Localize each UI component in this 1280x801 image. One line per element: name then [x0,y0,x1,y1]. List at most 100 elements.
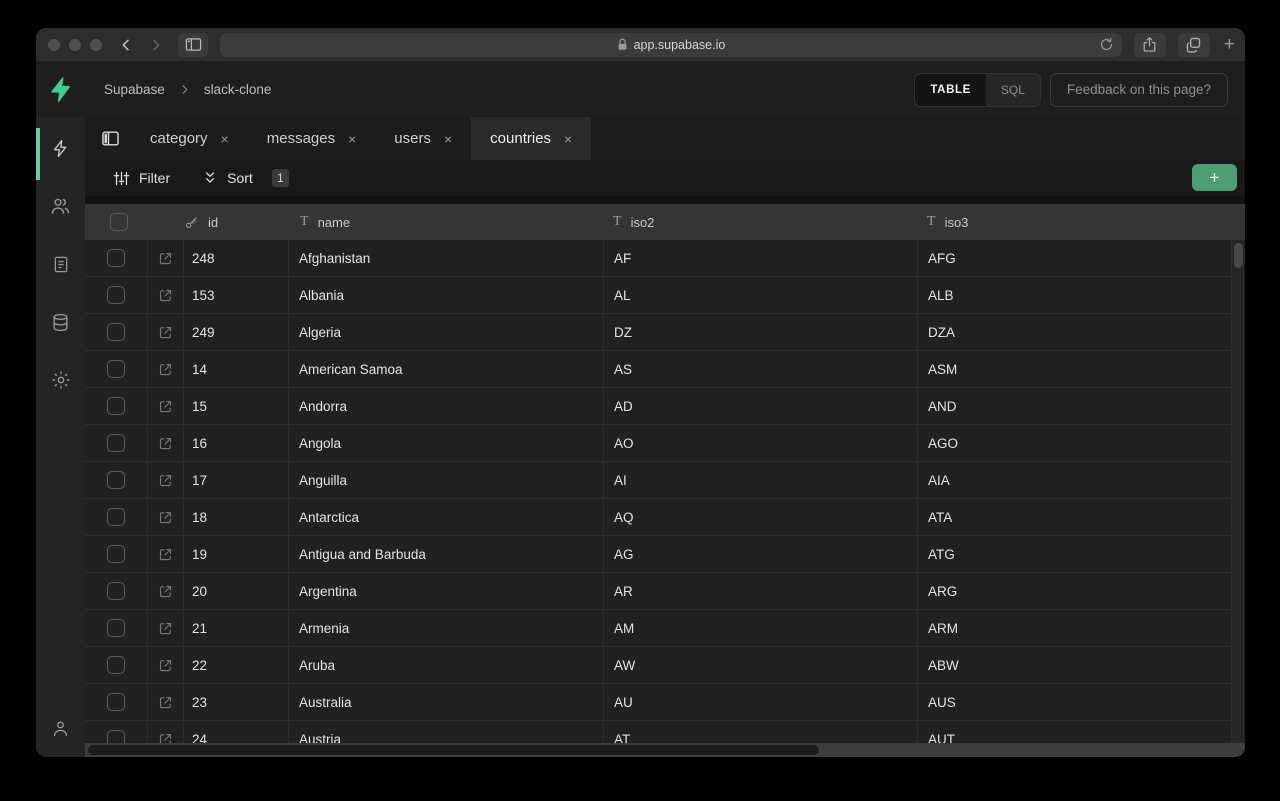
cell-iso3[interactable]: AGO [918,425,1232,461]
cell-id[interactable]: 17 [184,462,289,498]
cell-name[interactable]: Antigua and Barbuda [289,536,604,572]
vertical-scrollbar-thumb[interactable] [1234,243,1243,268]
browser-sidebar-toggle-icon[interactable] [178,33,208,57]
close-window-button[interactable] [48,39,60,51]
expand-row-icon[interactable] [158,436,173,451]
tab-users[interactable]: users × [375,117,471,160]
cell-iso3[interactable]: ATG [918,536,1232,572]
close-icon[interactable]: × [564,131,572,147]
cell-id[interactable]: 15 [184,388,289,424]
select-all-checkbox[interactable] [110,213,128,231]
close-icon[interactable]: × [221,131,229,147]
sidebar-item-database[interactable] [48,309,74,335]
cell-iso3[interactable]: ALB [918,277,1232,313]
cell-iso2[interactable]: AW [604,647,918,683]
expand-row-icon[interactable] [158,473,173,488]
tab-countries[interactable]: countries × [471,117,591,160]
cell-id[interactable]: 14 [184,351,289,387]
cell-iso3[interactable]: ASM [918,351,1232,387]
cell-iso2[interactable]: AS [604,351,918,387]
cell-iso2[interactable]: AU [604,684,918,720]
cell-id[interactable]: 249 [184,314,289,350]
cell-name[interactable]: Andorra [289,388,604,424]
cell-id[interactable]: 19 [184,536,289,572]
cell-id[interactable]: 18 [184,499,289,535]
sidebar-item-profile[interactable] [48,715,74,741]
breadcrumb-project[interactable]: Supabase [104,82,165,97]
sidebar-item-auth-users[interactable] [48,193,74,219]
expand-row-icon[interactable] [158,584,173,599]
row-checkbox[interactable] [107,656,125,674]
expand-row-icon[interactable] [158,288,173,303]
cell-iso2[interactable]: AI [604,462,918,498]
cell-name[interactable]: Anguilla [289,462,604,498]
column-header-iso3[interactable]: T iso3 [918,204,1245,240]
row-checkbox[interactable] [107,471,125,489]
row-checkbox[interactable] [107,360,125,378]
supabase-logo[interactable] [36,62,85,117]
feedback-button[interactable]: Feedback on this page? [1050,73,1228,107]
table-list-toggle-icon[interactable] [95,117,125,160]
address-bar[interactable]: app.supabase.io [220,33,1122,57]
cell-id[interactable]: 16 [184,425,289,461]
column-header-id[interactable]: id [184,204,289,240]
cell-iso2[interactable]: AL [604,277,918,313]
cell-iso2[interactable]: DZ [604,314,918,350]
cell-iso3[interactable]: ARG [918,573,1232,609]
cell-id[interactable]: 20 [184,573,289,609]
breadcrumb-page[interactable]: slack-clone [204,82,272,97]
expand-row-icon[interactable] [158,251,173,266]
close-icon[interactable]: × [444,131,452,147]
cell-id[interactable]: 153 [184,277,289,313]
cell-name[interactable]: Albania [289,277,604,313]
expand-row-icon[interactable] [158,399,173,414]
row-checkbox[interactable] [107,693,125,711]
forward-icon[interactable] [148,37,164,53]
expand-row-icon[interactable] [158,325,173,340]
cell-name[interactable]: Afghanistan [289,240,604,276]
horizontal-scrollbar-thumb[interactable] [88,745,819,755]
row-checkbox[interactable] [107,397,125,415]
cell-id[interactable]: 248 [184,240,289,276]
sort-button[interactable]: Sort 1 [202,169,289,187]
cell-name[interactable]: American Samoa [289,351,604,387]
add-row-button[interactable]: + [1192,164,1237,191]
row-checkbox[interactable] [107,545,125,563]
reload-icon[interactable] [1099,37,1114,52]
sql-view-button[interactable]: SQL [986,74,1040,106]
column-header-iso2[interactable]: T iso2 [604,204,918,240]
vertical-scrollbar[interactable] [1232,240,1245,743]
expand-row-icon[interactable] [158,510,173,525]
cell-name[interactable]: Algeria [289,314,604,350]
cell-iso3[interactable]: ARM [918,610,1232,646]
tab-category[interactable]: category × [131,117,248,160]
expand-row-icon[interactable] [158,695,173,710]
sidebar-item-settings[interactable] [48,367,74,393]
expand-row-icon[interactable] [158,547,173,562]
cell-iso3[interactable]: AND [918,388,1232,424]
cell-iso2[interactable]: AD [604,388,918,424]
cell-id[interactable]: 22 [184,647,289,683]
row-checkbox[interactable] [107,582,125,600]
cell-name[interactable]: Australia [289,684,604,720]
expand-row-icon[interactable] [158,658,173,673]
cell-iso3[interactable]: ATA [918,499,1232,535]
cell-iso3[interactable]: AUS [918,684,1232,720]
cell-iso3[interactable]: ABW [918,647,1232,683]
new-tab-button[interactable]: + [1222,35,1237,54]
cell-name[interactable]: Aruba [289,647,604,683]
row-checkbox[interactable] [107,730,125,743]
cell-iso2[interactable]: AQ [604,499,918,535]
table-view-button[interactable]: TABLE [915,74,985,106]
expand-row-icon[interactable] [158,362,173,377]
cell-iso2[interactable]: AG [604,536,918,572]
sidebar-item-home[interactable] [48,135,74,161]
cell-iso3[interactable]: AFG [918,240,1232,276]
row-checkbox[interactable] [107,249,125,267]
sidebar-item-docs[interactable] [48,251,74,277]
minimize-window-button[interactable] [69,39,81,51]
cell-iso2[interactable]: AR [604,573,918,609]
cell-id[interactable]: 21 [184,610,289,646]
row-checkbox[interactable] [107,434,125,452]
cell-iso2[interactable]: AT [604,721,918,743]
